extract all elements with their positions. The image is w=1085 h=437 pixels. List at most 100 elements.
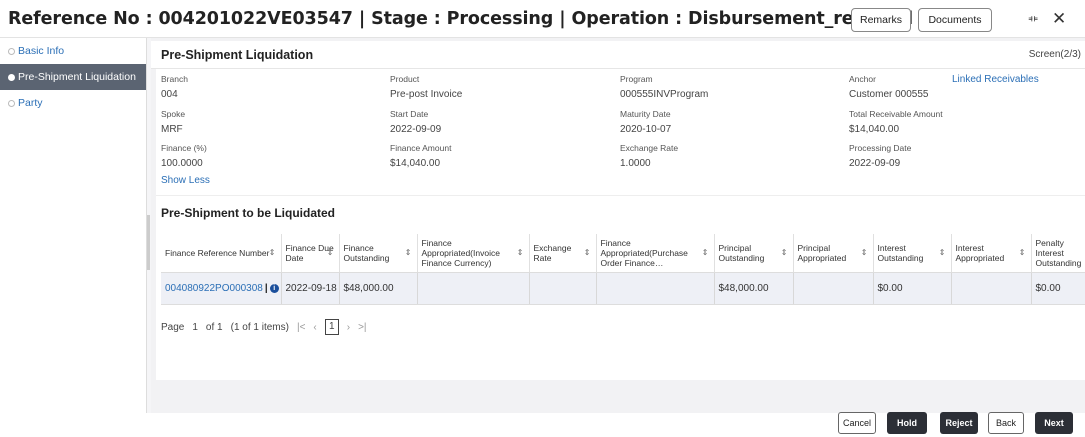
previous-page-icon[interactable]: ‹ bbox=[313, 322, 316, 333]
sort-icon[interactable]: ⇕ bbox=[1019, 248, 1026, 258]
column-header-label: Exchange Rate bbox=[533, 242, 572, 263]
sidebar-item-pre-shipment-liquidation[interactable]: Pre-Shipment Liquidation bbox=[0, 64, 146, 90]
finance-amount-label: Finance Amount bbox=[390, 143, 452, 153]
sort-icon[interactable]: ⇕ bbox=[781, 248, 788, 258]
column-header[interactable]: Finance Appropriated(Invoice Finance Cur… bbox=[417, 234, 530, 273]
page-number[interactable]: 1 bbox=[192, 322, 198, 333]
sort-icon[interactable]: ⇕ bbox=[584, 248, 591, 258]
total-receivable-field: Total Receivable Amount $14,040.00 bbox=[849, 109, 943, 135]
info-icon[interactable]: i bbox=[269, 283, 279, 293]
table-container: Finance Reference Number ⇕ Finance Due Da… bbox=[161, 234, 1085, 307]
sidebar-scrollbar[interactable] bbox=[147, 215, 150, 270]
step-dot-icon bbox=[8, 99, 15, 107]
current-page-button[interactable]: 1 bbox=[324, 319, 339, 335]
back-button[interactable]: Back bbox=[988, 412, 1024, 434]
sort-icon[interactable]: ⇕ bbox=[327, 248, 334, 258]
column-header[interactable]: Penalty Interest Outstanding bbox=[1031, 234, 1085, 273]
spoke-value: MRF bbox=[161, 124, 183, 135]
step-dot-icon bbox=[8, 47, 15, 55]
finance-outstanding-cell: $48,000.00 bbox=[339, 272, 418, 305]
liquidation-grid-panel: Pre-Shipment to be Liquidated Finance Re… bbox=[156, 195, 1085, 380]
column-header[interactable]: Interest Appropriated ⇕ bbox=[951, 234, 1032, 273]
anchor-label: Anchor bbox=[849, 74, 876, 84]
page-title: Reference No : 004201022VE03547 | Stage … bbox=[8, 8, 914, 29]
column-header[interactable]: Finance Outstanding ⇕ bbox=[339, 234, 418, 273]
branch-value: 004 bbox=[161, 89, 178, 100]
page-header: Reference No : 004201022VE03547 | Stage … bbox=[0, 0, 1085, 38]
collapse-icon[interactable]: ⌟⌞ ⌝⌜ bbox=[1028, 11, 1038, 29]
sort-icon[interactable]: ⇕ bbox=[517, 248, 524, 258]
column-header[interactable]: Interest Outstanding ⇕ bbox=[873, 234, 952, 273]
sort-icon[interactable]: ⇕ bbox=[702, 248, 709, 258]
column-header[interactable]: Finance Appropriated(Purchase Order Fina… bbox=[596, 234, 715, 273]
page-of-label: of 1 bbox=[205, 321, 223, 333]
branch-label: Branch bbox=[161, 74, 188, 84]
linked-receivables-link[interactable]: Linked Receivables bbox=[952, 74, 1039, 85]
anchor-field: Anchor Customer 000555 bbox=[849, 74, 929, 100]
finance-pct-label: Finance (%) bbox=[161, 143, 207, 153]
sidebar-item-basic-info[interactable]: Basic Info bbox=[0, 38, 146, 64]
spoke-label: Spoke bbox=[161, 109, 186, 119]
finance-reference-cell[interactable]: 004080922PO000308 | i bbox=[161, 272, 282, 305]
appropriated-po-cell[interactable] bbox=[596, 272, 715, 305]
exchange-rate-cell bbox=[529, 272, 597, 305]
table-row[interactable]: 004080922PO000308 | i 2022-09-18 $48,000.0… bbox=[161, 272, 1085, 305]
sidebar: Basic Info Pre-Shipment Liquidation Part… bbox=[0, 38, 147, 413]
sort-icon[interactable]: ⇕ bbox=[939, 248, 946, 258]
column-header-label: Principal Appropriated bbox=[797, 242, 847, 263]
principal-appropriated-cell[interactable] bbox=[793, 272, 874, 305]
hold-button[interactable]: Hold bbox=[887, 412, 927, 434]
sidebar-item-label: Party bbox=[18, 97, 43, 109]
sidebar-item-label: Basic Info bbox=[18, 45, 65, 57]
column-header-label: Interest Appropriated bbox=[955, 242, 1005, 263]
program-value: 000555INVProgram bbox=[620, 89, 709, 100]
finance-reference-link[interactable]: 004080922PO000308 bbox=[165, 283, 263, 294]
anchor-value: Customer 000555 bbox=[849, 89, 929, 100]
screen-indicator: Screen(2/3) bbox=[1028, 49, 1081, 60]
sidebar-item-party[interactable]: Party bbox=[0, 90, 146, 116]
program-field: Program 000555INVProgram bbox=[620, 74, 708, 100]
grid-title: Pre-Shipment to be Liquidated bbox=[161, 206, 336, 220]
items-count-label: (1 of 1 items) bbox=[230, 321, 289, 333]
pagination: Page 1 of 1 (1 of 1 items) |< ‹ 1 › >| bbox=[161, 316, 375, 338]
column-header[interactable]: Principal Outstanding ⇕ bbox=[714, 234, 794, 273]
product-value: Pre-post Invoice bbox=[390, 89, 463, 100]
last-page-icon[interactable]: >| bbox=[358, 322, 366, 333]
product-field: Product Pre-post Invoice bbox=[390, 74, 462, 100]
section-header: Pre-Shipment Liquidation Screen(2/3) bbox=[151, 41, 1085, 69]
column-header[interactable]: Exchange Rate ⇕ bbox=[529, 234, 597, 273]
section-title: Pre-Shipment Liquidation bbox=[161, 48, 314, 62]
sort-icon[interactable]: ⇕ bbox=[405, 248, 412, 258]
exchange-rate-label: Exchange Rate bbox=[620, 143, 679, 153]
column-header[interactable]: Principal Appropriated ⇕ bbox=[793, 234, 874, 273]
close-icon[interactable]: ✕ bbox=[1052, 9, 1066, 29]
reject-button[interactable]: Reject bbox=[940, 412, 978, 434]
sidebar-item-label: Pre-Shipment Liquidation bbox=[18, 71, 136, 83]
column-header-label: Finance Appropriated(Purchase Order Fina… bbox=[600, 237, 688, 268]
footer-bar: Cancel Hold Reject Back Next bbox=[0, 412, 1085, 437]
liquidation-table: Finance Reference Number ⇕ Finance Due Da… bbox=[161, 234, 1085, 305]
sort-icon[interactable]: ⇕ bbox=[861, 248, 868, 258]
exchange-rate-value: 1.0000 bbox=[620, 158, 651, 169]
interest-outstanding-cell: $0.00 bbox=[873, 272, 952, 305]
column-header[interactable]: Finance Due Date ⇕ bbox=[281, 234, 340, 273]
exchange-rate-field: Exchange Rate 1.0000 bbox=[620, 143, 678, 169]
show-less-link[interactable]: Show Less bbox=[161, 175, 210, 186]
remarks-button[interactable]: Remarks bbox=[851, 8, 911, 32]
penalty-outstanding-cell: $0.00 bbox=[1031, 272, 1085, 305]
finance-due-date-cell: 2022-09-18 bbox=[281, 272, 340, 305]
next-page-icon[interactable]: › bbox=[347, 322, 350, 333]
finance-pct-value: 100.0000 bbox=[161, 158, 203, 169]
interest-appropriated-cell[interactable] bbox=[951, 272, 1032, 305]
first-page-icon[interactable]: |< bbox=[297, 322, 305, 333]
main-content: Pre-Shipment Liquidation Screen(2/3) Bra… bbox=[151, 38, 1085, 413]
sort-icon[interactable]: ⇕ bbox=[269, 248, 276, 258]
finance-amount-field: Finance Amount $14,040.00 bbox=[390, 143, 451, 169]
documents-button[interactable]: Documents bbox=[918, 8, 992, 32]
column-header[interactable]: Finance Reference Number ⇕ bbox=[161, 234, 282, 273]
appropriated-invoice-cell[interactable] bbox=[417, 272, 530, 305]
processing-date-field: Processing Date 2022-09-09 bbox=[849, 143, 911, 169]
next-button[interactable]: Next bbox=[1035, 412, 1073, 434]
step-dot-icon bbox=[8, 73, 15, 81]
cancel-button[interactable]: Cancel bbox=[838, 412, 876, 434]
